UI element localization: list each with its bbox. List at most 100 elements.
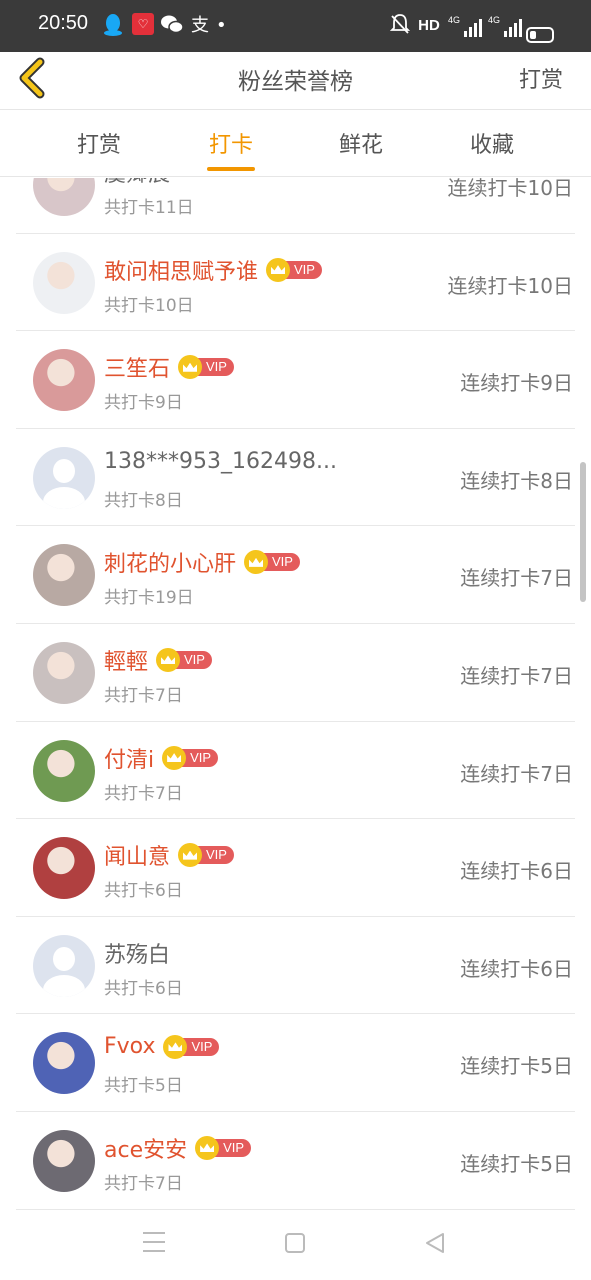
checkin-streak: 连续打卡9日 bbox=[460, 371, 573, 396]
total-checkins: 共打卡7日 bbox=[104, 783, 183, 804]
list-item[interactable]: 苏殇白共打卡6日 连续打卡6日 bbox=[16, 917, 575, 1015]
checkin-streak: 连续打卡8日 bbox=[460, 468, 573, 493]
name-line: 138***953_162498... bbox=[104, 449, 337, 474]
total-checkins: 共打卡11日 bbox=[104, 198, 194, 218]
fan-list[interactable]: 虞卿晨共打卡11日连续打卡10日敢问相思赋予谁VIP共打卡10日连续打卡10日三… bbox=[0, 178, 591, 1210]
user-name[interactable]: 闻山意 bbox=[104, 839, 170, 871]
active-tab-indicator bbox=[207, 167, 255, 171]
avatar[interactable] bbox=[33, 1129, 95, 1192]
user-name[interactable]: 敢问相思赋予谁 bbox=[104, 254, 258, 286]
avatar[interactable] bbox=[33, 251, 95, 314]
checkin-streak: 连续打卡5日 bbox=[460, 1151, 573, 1176]
user-name[interactable]: 虞卿晨 bbox=[104, 178, 170, 188]
list-item[interactable]: 三笙石 VIP 共打卡9日 连续打卡9日 bbox=[16, 331, 575, 429]
checkin-streak: 连续打卡7日 bbox=[460, 761, 573, 786]
list-item[interactable]: 輕輕 VIP 共打卡7日 连续打卡7日 bbox=[16, 624, 575, 722]
qq-icon bbox=[102, 13, 124, 37]
name-line: ace安安 VIP bbox=[104, 1132, 252, 1164]
network-hd-label: HD bbox=[418, 17, 440, 34]
checkin-streak: 连续打卡7日 bbox=[460, 566, 573, 591]
list-item[interactable]: 敢问相思赋予谁 VIP 共打卡10日 连续打卡10日 bbox=[16, 234, 575, 332]
vip-badge: VIP bbox=[266, 257, 322, 282]
name-line: 輕輕 VIP bbox=[104, 644, 212, 676]
battery-icon bbox=[526, 27, 554, 43]
user-name[interactable]: Fvox bbox=[104, 1034, 155, 1059]
avatar[interactable] bbox=[33, 178, 95, 216]
avatar[interactable] bbox=[33, 641, 95, 704]
list-item[interactable]: 闻山意 VIP 共打卡6日 连续打卡6日 bbox=[16, 819, 575, 917]
checkin-streak: 连续打卡5日 bbox=[460, 1054, 573, 1079]
crown-icon bbox=[162, 745, 187, 770]
checkin-streak: 连续打卡10日 bbox=[447, 273, 573, 298]
user-name[interactable]: 刺花的小心肝 bbox=[104, 546, 236, 578]
home-icon[interactable] bbox=[285, 1233, 305, 1253]
crown-icon bbox=[266, 257, 291, 282]
avatar[interactable] bbox=[33, 349, 95, 412]
total-checkins: 共打卡19日 bbox=[104, 588, 194, 609]
tab-bar: 打赏 打卡 鲜花 收藏 bbox=[0, 111, 591, 177]
crown-icon bbox=[156, 647, 181, 672]
total-checkins: 共打卡10日 bbox=[104, 295, 194, 316]
name-line: 敢问相思赋予谁 VIP bbox=[104, 254, 322, 286]
signal-label: 4G bbox=[448, 15, 461, 25]
system-nav-bar bbox=[0, 1210, 591, 1280]
tab-flowers[interactable]: 鲜花 bbox=[311, 127, 411, 159]
vip-badge: VIP bbox=[195, 1135, 252, 1160]
total-checkins: 共打卡6日 bbox=[104, 978, 183, 999]
checkin-streak: 连续打卡6日 bbox=[460, 956, 573, 981]
total-checkins: 共打卡6日 bbox=[104, 881, 183, 902]
avatar[interactable] bbox=[33, 544, 95, 607]
checkin-streak: 连续打卡10日 bbox=[447, 178, 573, 200]
tab-favorites[interactable]: 收藏 bbox=[442, 127, 542, 159]
app-icon: ♡ bbox=[132, 13, 154, 35]
avatar[interactable] bbox=[33, 1032, 95, 1095]
name-line: 刺花的小心肝 VIP bbox=[104, 546, 300, 578]
vip-badge: VIP bbox=[162, 745, 219, 770]
back-triangle-icon[interactable] bbox=[424, 1232, 446, 1254]
name-line: 付清i VIP bbox=[104, 742, 219, 774]
vip-badge: VIP bbox=[156, 647, 212, 672]
top-header: 粉丝荣誉榜 打赏 bbox=[0, 52, 591, 110]
tab-checkin[interactable]: 打卡 bbox=[181, 127, 281, 159]
list-item[interactable]: 虞卿晨共打卡11日 连续打卡10日 bbox=[16, 178, 575, 234]
vip-badge: VIP bbox=[178, 843, 234, 868]
avatar[interactable] bbox=[33, 837, 95, 900]
avatar[interactable] bbox=[33, 739, 95, 802]
wechat-icon bbox=[160, 13, 184, 39]
crown-icon bbox=[178, 843, 203, 868]
name-line: 三笙石 VIP bbox=[104, 351, 234, 383]
status-time: 20:50 bbox=[38, 12, 89, 34]
vip-badge: VIP bbox=[163, 1034, 220, 1059]
default-avatar[interactable] bbox=[33, 446, 95, 509]
list-item[interactable]: Fvox VIP 共打卡5日 连续打卡5日 bbox=[16, 1014, 575, 1112]
total-checkins: 共打卡9日 bbox=[104, 393, 183, 414]
user-name[interactable]: 付清i bbox=[104, 742, 154, 774]
user-name[interactable]: 輕輕 bbox=[104, 644, 148, 676]
list-item[interactable]: 付清i VIP 共打卡7日 连续打卡7日 bbox=[16, 722, 575, 820]
list-item[interactable]: ace安安 VIP 共打卡7日 连续打卡5日 bbox=[16, 1112, 575, 1210]
list-item[interactable]: 刺花的小心肝 VIP 共打卡19日 连续打卡7日 bbox=[16, 526, 575, 624]
total-checkins: 共打卡7日 bbox=[104, 685, 183, 706]
user-name[interactable]: 138***953_162498... bbox=[104, 449, 337, 474]
user-name[interactable]: 苏殇白 bbox=[104, 937, 170, 969]
tab-reward[interactable]: 打赏 bbox=[49, 127, 149, 159]
signal-icon: 4G bbox=[488, 13, 522, 39]
status-bar: 20:50 ♡ 支 • HD 4G 4G bbox=[0, 0, 591, 52]
scrollbar[interactable] bbox=[580, 462, 586, 602]
user-name[interactable]: 三笙石 bbox=[104, 351, 170, 383]
crown-icon bbox=[195, 1135, 220, 1160]
name-line: 苏殇白 bbox=[104, 937, 170, 969]
vip-badge: VIP bbox=[178, 355, 234, 380]
checkin-streak: 连续打卡7日 bbox=[460, 663, 573, 688]
checkin-streak: 连续打卡6日 bbox=[460, 859, 573, 884]
name-line: 虞卿晨 bbox=[104, 178, 170, 188]
list-item[interactable]: 138***953_162498... 共打卡8日 连续打卡8日 bbox=[16, 429, 575, 527]
user-name[interactable]: ace安安 bbox=[104, 1132, 187, 1164]
alipay-icon: 支 bbox=[191, 15, 209, 36]
default-avatar[interactable] bbox=[33, 934, 95, 997]
signal-label: 4G bbox=[488, 15, 501, 25]
total-checkins: 共打卡5日 bbox=[104, 1076, 183, 1097]
reward-button[interactable]: 打赏 bbox=[519, 62, 563, 94]
signal-icon: 4G bbox=[448, 13, 482, 39]
menu-icon[interactable] bbox=[143, 1232, 165, 1252]
